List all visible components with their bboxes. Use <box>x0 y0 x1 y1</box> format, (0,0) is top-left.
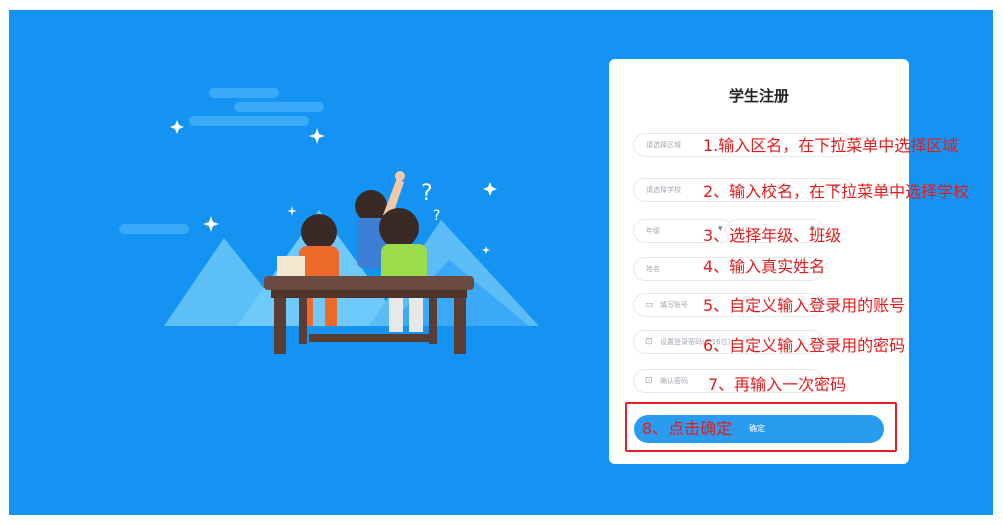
annotation-region: 1.输入区名，在下拉菜单中选择区域 <box>703 136 959 155</box>
region-placeholder: 请选择区域 <box>646 141 681 149</box>
lock-icon: ⊡ <box>645 376 653 386</box>
name-placeholder: 姓名 <box>646 265 660 273</box>
page-title: 学生注册 <box>728 87 789 105</box>
school-placeholder: 请选择学校 <box>646 186 681 194</box>
svg-text:?: ? <box>421 181 433 206</box>
highlight-box <box>625 402 897 452</box>
lock-icon: ⊡ <box>645 337 653 347</box>
annotation-school: 2、输入校名，在下拉菜单中选择学校 <box>703 182 970 201</box>
students-illustration: ? ? <box>119 88 539 354</box>
confirm-placeholder: 确认密码 <box>660 377 688 385</box>
grade-placeholder: 年级 <box>646 227 660 235</box>
svg-text:?: ? <box>433 208 440 224</box>
account-placeholder: 填写账号 <box>660 301 688 309</box>
annotation-account: 5、自定义输入登录用的账号 <box>703 296 906 315</box>
annotation-password: 6、自定义输入登录用的密码 <box>703 336 906 355</box>
id-card-icon: ▭ <box>645 300 654 310</box>
annotation-confirm: 7、再输入一次密码 <box>708 375 847 394</box>
annotation-grade-class: 3、选择年级、班级 <box>703 226 842 245</box>
annotation-name: 4、输入真实姓名 <box>703 257 826 276</box>
